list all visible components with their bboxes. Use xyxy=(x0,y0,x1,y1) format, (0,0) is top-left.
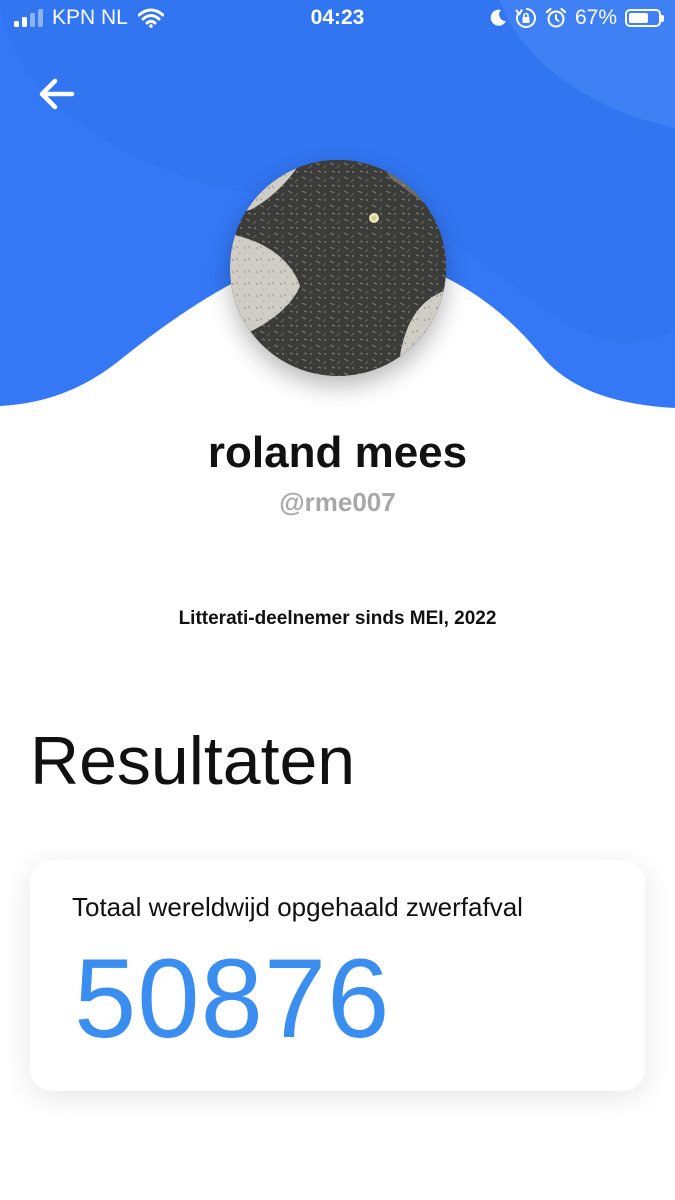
moon-icon xyxy=(490,9,506,26)
litter-total-label: Totaal wereldwijd opgehaald zwerfafval xyxy=(72,892,523,922)
member-since-text: Litterati-deelnemer sinds MEI, 2022 xyxy=(178,608,497,629)
litter-total-card: Totaal wereldwijd opgehaald zwerfafval 5… xyxy=(30,860,645,1091)
results-title: Resultaten xyxy=(30,723,356,799)
back-button[interactable] xyxy=(32,72,84,116)
battery-percent: 67% xyxy=(574,6,617,29)
litter-total-value: 50876 xyxy=(74,936,391,1061)
avatar-image xyxy=(230,160,446,376)
alarm-icon xyxy=(545,7,567,28)
user-handle: @rme007 xyxy=(279,487,396,517)
status-right: 67% xyxy=(489,6,664,30)
rotation-lock-icon xyxy=(515,8,536,28)
status-bar: KPN NL 04:23 67% xyxy=(0,0,675,38)
battery-icon xyxy=(625,9,664,27)
battery-fill xyxy=(629,13,648,23)
user-name: roland mees xyxy=(207,428,468,477)
profile-screen: KPN NL 04:23 67% roland mees @rme007 Lit… xyxy=(0,0,675,1200)
arrow-left-icon xyxy=(39,78,75,110)
avatar[interactable] xyxy=(230,160,446,376)
